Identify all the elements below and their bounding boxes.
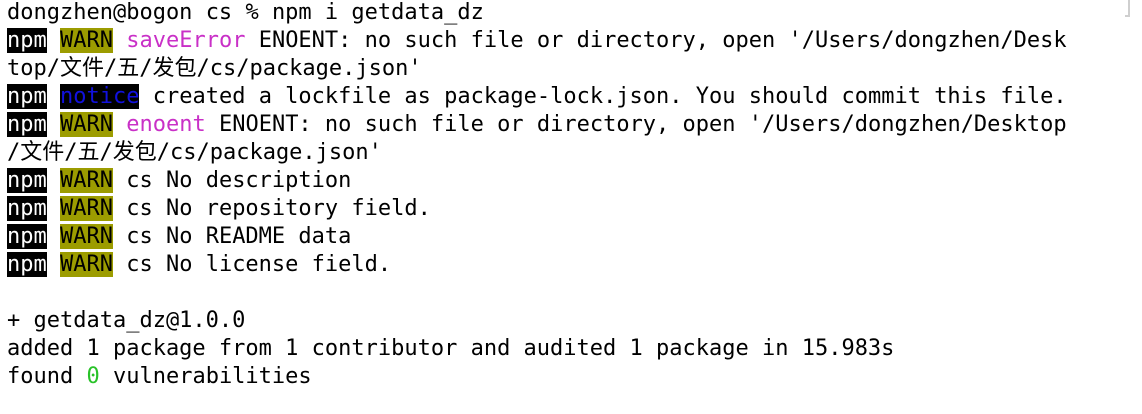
vulnerabilities-line: found 0 vulnerabilities (7, 363, 1142, 391)
output-line-warn-license: npm WARN cs No license field. (7, 251, 1142, 279)
output-line-save-error: npm WARN saveError ENOENT: no such file … (7, 27, 1142, 55)
output-line-warn-readme: npm WARN cs No README data (7, 223, 1142, 251)
warn-tag: WARN (60, 224, 113, 249)
notice-tag: notice (60, 84, 140, 109)
npm-tag: npm (7, 112, 47, 137)
warn-license-text: cs No license field. (112, 252, 392, 277)
output-line-warn-description: npm WARN cs No description (7, 167, 1142, 195)
enoent-label: enoent (126, 112, 206, 137)
prompt-line: dongzhen@bogon cs % npm i getdata_dz (7, 0, 1142, 27)
warn-description-text: cs No description (112, 168, 352, 193)
found-suffix: vulnerabilities (99, 364, 312, 389)
warn-tag: WARN (60, 196, 113, 221)
warn-tag: WARN (60, 168, 113, 193)
npm-tag: npm (7, 28, 47, 53)
warn-repository-text: cs No repository field. (112, 196, 431, 221)
output-line-notice: npm notice created a lockfile as package… (7, 83, 1142, 111)
warn-readme-text: cs No README data (112, 224, 352, 249)
save-error-message: ENOENT: no such file or directory, open … (245, 28, 1067, 53)
scrollbar-indicator (1125, 0, 1130, 17)
prompt-symbol: % (245, 0, 259, 25)
installed-package-line: + getdata_dz@1.0.0 (7, 308, 246, 333)
enoent-message-cont: /文件/五/发包/cs/package.json' (7, 140, 382, 165)
output-line-warn-repository: npm WARN cs No repository field. (7, 195, 1142, 223)
command-text: npm i getdata_dz (271, 0, 484, 25)
npm-tag: npm (7, 168, 47, 193)
notice-message: created a lockfile as package-lock.json.… (139, 84, 1067, 109)
output-line-save-error-cont: top/文件/五/发包/cs/package.json' (7, 55, 1142, 83)
npm-tag: npm (7, 196, 47, 221)
npm-tag: npm (7, 252, 47, 277)
prompt-dir: cs (205, 0, 233, 25)
terminal-window[interactable]: dongzhen@bogon cs % npm i getdata_dz npm… (0, 0, 1142, 413)
save-error-label: saveError (126, 28, 246, 53)
npm-tag: npm (7, 84, 47, 109)
prompt-user: dongzhen@bogon (7, 0, 193, 25)
save-error-message-cont: top/文件/五/发包/cs/package.json' (7, 56, 422, 81)
install-summary-line: added 1 package from 1 contributor and a… (7, 336, 895, 361)
warn-tag: WARN (60, 28, 113, 53)
output-line-enoent: npm WARN enoent ENOENT: no such file or … (7, 111, 1142, 139)
output-line-enoent-cont: /文件/五/发包/cs/package.json' (7, 139, 1142, 167)
found-prefix: found (7, 364, 87, 389)
warn-tag: WARN (60, 252, 113, 277)
npm-tag: npm (7, 224, 47, 249)
warn-tag: WARN (60, 112, 113, 137)
vulnerability-count: 0 (86, 364, 100, 389)
enoent-message: ENOENT: no such file or directory, open … (205, 112, 1067, 137)
